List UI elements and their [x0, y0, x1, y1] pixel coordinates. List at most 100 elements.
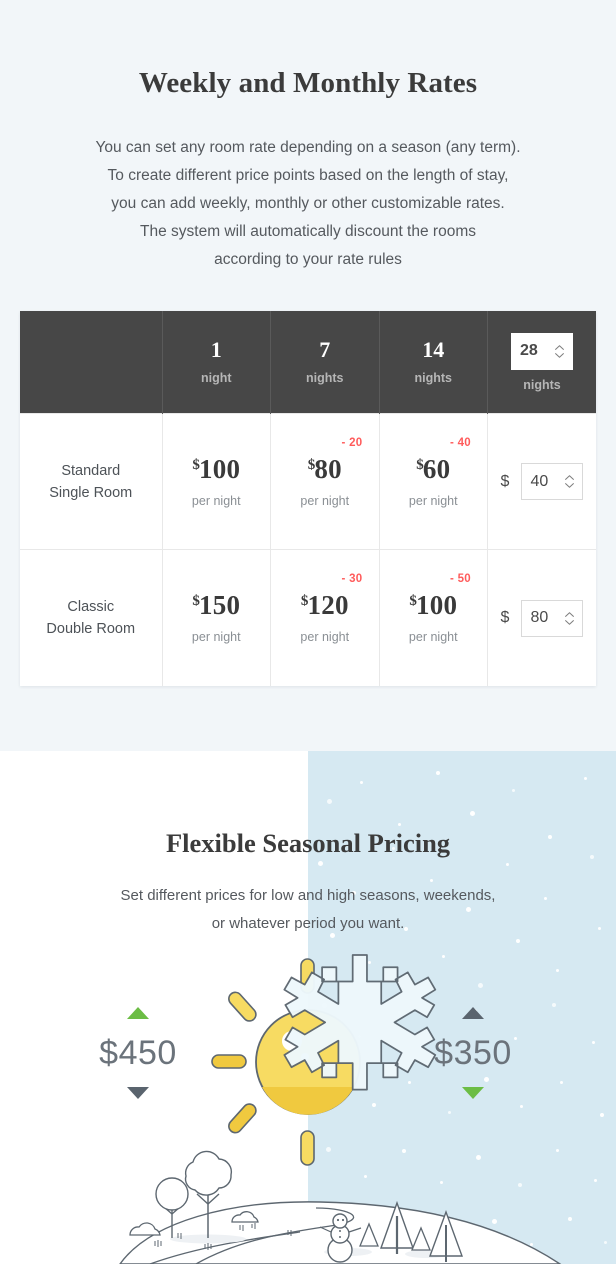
rates-table-container: 1 night 7 nights 14 nights 28 nights Sta… — [20, 310, 597, 686]
rates-description-line: To create different price points based o… — [107, 166, 509, 184]
rate-period-label: per night — [408, 494, 458, 509]
summer-decrease-arrow[interactable] — [63, 1087, 213, 1099]
header-col-14-nights: 14 nights — [379, 310, 488, 414]
header-col-7-nights: 7 nights — [270, 310, 380, 414]
rate-cell-14-nights: - 50 $100 per night — [379, 549, 488, 686]
table-row: Classic Double Room $150 per night - 30 — [20, 549, 597, 686]
discount-badge: - 40 — [449, 437, 471, 450]
custom-rate-group[interactable]: $ 40 — [488, 463, 596, 501]
snow-dot — [360, 781, 363, 784]
seasonal-description-line: Set different prices for low and high se… — [120, 887, 496, 904]
rate-cell-7-nights: - 20 $80 per night — [270, 413, 380, 550]
price-amount: 150 — [199, 590, 241, 621]
chevron-down-icon[interactable] — [565, 619, 575, 625]
rate-cell-14-nights: - 40 $60 per night — [379, 413, 488, 550]
seasonal-description: Set different prices for low and high se… — [0, 882, 616, 938]
room-name-line1: Standard — [61, 462, 121, 479]
winter-price: $350 — [434, 1034, 512, 1072]
triangle-down-icon[interactable] — [462, 1087, 484, 1099]
header-col-custom-nights[interactable]: 28 nights — [488, 311, 597, 414]
price-amount: 100 — [416, 590, 458, 621]
header-night-count: 14 — [422, 337, 445, 363]
custom-nights-stepper[interactable]: 28 — [511, 332, 573, 370]
table-header-row: 1 night 7 nights 14 nights 28 nights — [20, 310, 597, 414]
chevron-up-icon[interactable] — [565, 611, 575, 617]
winter-decrease-arrow[interactable] — [398, 1087, 548, 1099]
rates-table-header: 1 night 7 nights 14 nights 28 nights — [20, 310, 597, 414]
snow-dot — [556, 969, 559, 972]
snow-dot — [334, 1075, 339, 1080]
room-name-cell: Standard Single Room — [20, 413, 163, 550]
custom-nights-unit: nights — [523, 377, 561, 392]
rates-description-line: You can set any room rate depending on a… — [95, 138, 521, 156]
rate-price: $60 — [416, 456, 450, 483]
chevron-down-icon[interactable] — [565, 483, 575, 489]
chevron-down-icon[interactable] — [555, 352, 564, 358]
snow-dot — [368, 961, 371, 964]
custom-rate-stepper[interactable]: 40 — [521, 463, 584, 501]
header-col-1-night: 1 night — [162, 310, 271, 414]
price-amount: 80 — [314, 454, 342, 485]
bush-icon — [129, 1222, 161, 1236]
custom-rate-group[interactable]: $ 80 — [488, 599, 596, 637]
room-name-line2: Single Room — [49, 484, 133, 501]
room-name-line1: Classic — [67, 599, 115, 616]
stepper-arrows[interactable] — [554, 344, 565, 358]
seasonal-pricing-section: Flexible Seasonal Pricing Set different … — [0, 751, 616, 1264]
rate-cell-inner: $80 per night — [271, 456, 379, 508]
rate-price: $150 — [192, 592, 240, 619]
currency-symbol: $ — [500, 609, 510, 627]
header-night-unit: night — [200, 371, 232, 386]
rate-period-label: per night — [300, 494, 350, 509]
rates-description: You can set any room rate depending on a… — [0, 134, 616, 274]
rate-cell-inner: $100 per night — [380, 592, 488, 644]
stepper-arrows[interactable] — [564, 611, 575, 625]
summer-price-block[interactable]: $450 — [63, 1007, 213, 1099]
landscape-illustration — [119, 1150, 562, 1264]
discount-badge: - 50 — [449, 573, 471, 586]
snow-dot — [398, 823, 401, 826]
price-amount: 100 — [199, 454, 241, 485]
room-name-line2: Double Room — [46, 621, 136, 638]
triangle-up-icon[interactable] — [127, 1007, 149, 1019]
snow-dot — [318, 861, 323, 866]
custom-rate-stepper[interactable]: 80 — [521, 599, 584, 637]
header-night-count: 1 — [210, 337, 222, 363]
rate-period-label: per night — [191, 494, 241, 509]
winter-price-block[interactable]: $350 — [398, 1007, 548, 1099]
triangle-down-icon[interactable] — [127, 1087, 149, 1099]
rate-price: $100 — [409, 592, 457, 619]
rate-cell-1-night: $150 per night — [162, 549, 271, 686]
rate-cell-custom[interactable]: $ 40 — [488, 414, 597, 550]
chevron-up-icon[interactable] — [565, 475, 575, 481]
rates-table-body: Standard Single Room $100 per night - 20 — [20, 413, 597, 686]
chevron-up-icon[interactable] — [555, 344, 564, 350]
rates-table: 1 night 7 nights 14 nights 28 nights Sta… — [20, 310, 597, 686]
header-night-unit: nights — [306, 371, 344, 386]
custom-nights-value: 28 — [520, 342, 538, 360]
rate-price: $80 — [308, 456, 342, 483]
stepper-arrows[interactable] — [564, 475, 575, 489]
snow-dot — [358, 1035, 361, 1038]
rate-cell-7-nights: - 30 $120 per night — [270, 549, 380, 686]
triangle-up-icon[interactable] — [462, 1007, 484, 1019]
discount-badge: - 20 — [341, 437, 363, 450]
snow-dot — [584, 777, 587, 780]
rate-period-label: per night — [191, 630, 241, 645]
price-amount: 120 — [307, 590, 349, 621]
page-title: Weekly and Monthly Rates — [138, 67, 478, 99]
room-name-cell: Classic Double Room — [20, 549, 163, 686]
snow-dot — [322, 1003, 327, 1008]
rate-cell-inner: $100 per night — [163, 456, 271, 508]
header-night-unit: nights — [414, 371, 453, 386]
rate-price: $120 — [301, 592, 349, 619]
summer-increase-arrow[interactable] — [63, 1007, 213, 1019]
snow-dot — [470, 811, 475, 816]
winter-increase-arrow[interactable] — [398, 1007, 548, 1019]
weekly-monthly-rates-section: Weekly and Monthly Rates You can set any… — [0, 0, 616, 686]
snow-dot — [516, 939, 520, 943]
snow-dot — [436, 771, 440, 775]
summer-price: $450 — [99, 1034, 177, 1072]
rate-cell-custom[interactable]: $ 80 — [488, 550, 597, 686]
rate-period-label: per night — [408, 630, 458, 645]
